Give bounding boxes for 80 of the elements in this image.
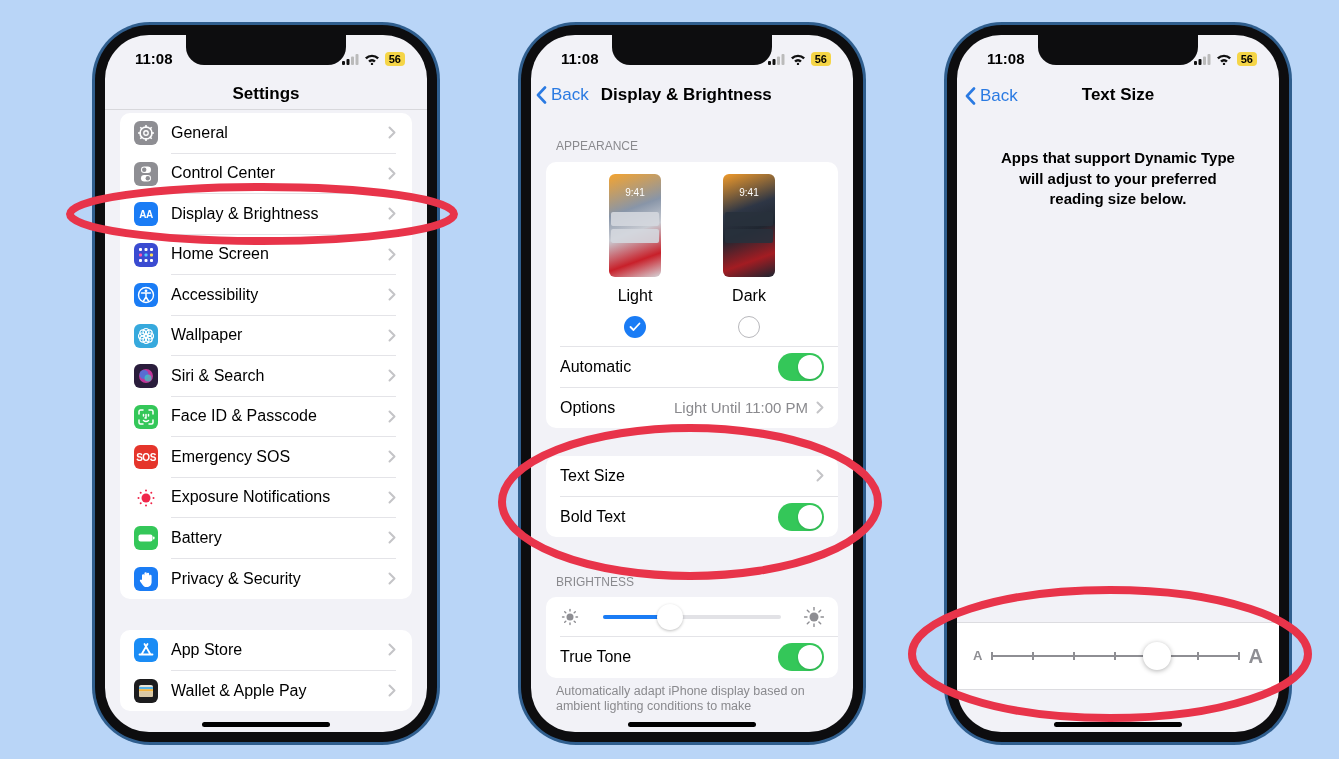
settings-row[interactable]: Home Screen bbox=[120, 234, 412, 275]
wifi-icon bbox=[789, 53, 806, 65]
toggle-switch[interactable] bbox=[778, 502, 824, 531]
option-value: Light Until 11:00 PM bbox=[674, 397, 808, 418]
screen-title: Text Size bbox=[1081, 83, 1155, 106]
preview-time: 9:41 bbox=[625, 186, 645, 197]
notification-card bbox=[725, 229, 773, 243]
chevron-icon bbox=[388, 572, 396, 586]
back-chevron-icon bbox=[536, 85, 547, 104]
status-time: 11:08 bbox=[561, 48, 599, 69]
settings-row[interactable]: Options Light Until 11:00 PM bbox=[560, 387, 838, 428]
settings-row[interactable]: Automatic bbox=[560, 347, 838, 388]
screen-title: Display & Brightness bbox=[600, 83, 772, 106]
back-link[interactable]: Back bbox=[965, 83, 1018, 109]
settings-row[interactable]: Face ID & Passcode bbox=[120, 396, 412, 437]
checkmark-icon bbox=[629, 322, 641, 332]
sos-icon: SOS bbox=[134, 445, 158, 470]
toggle-switch[interactable] bbox=[778, 643, 824, 672]
settings-row[interactable]: Bold Text bbox=[560, 496, 838, 537]
settings-row[interactable]: Exposure Notifications bbox=[120, 477, 412, 518]
settings-row[interactable]: Siri & Search bbox=[120, 356, 412, 397]
settings-row[interactable]: Wallpaper bbox=[120, 315, 412, 356]
chevron-icon bbox=[816, 469, 824, 483]
chevron-icon bbox=[388, 166, 396, 180]
back-chevron-icon bbox=[965, 86, 976, 105]
settings-row[interactable]: App Store bbox=[120, 630, 412, 671]
notification-card bbox=[611, 212, 659, 226]
screen-title: Settings bbox=[232, 83, 300, 106]
battery-indicator: 56 bbox=[810, 52, 831, 66]
settings-row[interactable]: Text Size bbox=[560, 456, 838, 497]
settings-row[interactable]: True Tone bbox=[560, 637, 838, 678]
wifi-icon bbox=[1215, 53, 1232, 65]
chevron-icon bbox=[816, 401, 824, 415]
wifi-icon bbox=[363, 53, 380, 65]
chevron-icon bbox=[388, 409, 396, 423]
settings-row[interactable]: Wallet & Apple Pay bbox=[120, 670, 412, 711]
chevron-icon bbox=[388, 643, 396, 657]
settings-row[interactable]: Privacy & Security bbox=[120, 558, 412, 599]
settings-row[interactable]: SOS Emergency SOS bbox=[120, 437, 412, 478]
signal-icon bbox=[1193, 53, 1211, 65]
brightness-icon bbox=[560, 606, 580, 627]
mode-label: Light bbox=[617, 286, 653, 306]
settings-row[interactable]: General bbox=[120, 113, 412, 154]
mode-label: Dark bbox=[732, 286, 766, 306]
status-time: 11:08 bbox=[987, 48, 1025, 69]
signal-icon bbox=[341, 53, 359, 65]
section-header: BRIGHTNESS bbox=[555, 574, 635, 591]
settings-row[interactable]: Battery bbox=[120, 518, 412, 559]
chevron-icon bbox=[388, 126, 396, 140]
lock-screen-preview[interactable]: 9:41 bbox=[723, 174, 775, 277]
settings-row[interactable]: Control Center bbox=[120, 153, 412, 194]
battery-indicator: 56 bbox=[384, 52, 405, 66]
notification-card bbox=[725, 212, 773, 226]
toggle-switch[interactable] bbox=[778, 352, 824, 381]
preview-time: 9:41 bbox=[739, 186, 759, 197]
chevron-icon bbox=[388, 288, 396, 302]
settings-row[interactable]: AA Display & Brightness bbox=[120, 194, 412, 235]
chevron-icon bbox=[388, 450, 396, 464]
small-a-label: A bbox=[973, 647, 983, 666]
section-header: APPEARANCE bbox=[555, 138, 640, 155]
settings-row[interactable]: Accessibility bbox=[120, 275, 412, 316]
chevron-icon bbox=[388, 328, 396, 342]
chevron-icon bbox=[388, 684, 396, 698]
large-a-label: A bbox=[1248, 644, 1263, 669]
back-link[interactable]: Back bbox=[536, 81, 589, 108]
description-text: Apps that support Dynamic Type will adjust to your preferred reading size below. bbox=[1000, 148, 1236, 209]
chevron-icon bbox=[388, 369, 396, 383]
chevron-icon bbox=[388, 531, 396, 545]
signal-icon bbox=[767, 53, 785, 65]
notification-card bbox=[611, 229, 659, 243]
text-size-slider[interactable] bbox=[990, 641, 1241, 671]
radio-button[interactable] bbox=[624, 316, 646, 338]
battery-indicator: 56 bbox=[1236, 52, 1257, 66]
footnote-text: Automatically adapt iPhone display based on ambient lighting conditions to make bbox=[555, 682, 806, 714]
status-time: 11:08 bbox=[135, 48, 173, 69]
text-size-icon: AA bbox=[134, 202, 158, 227]
chevron-icon bbox=[388, 247, 396, 261]
chevron-icon bbox=[388, 207, 396, 221]
chevron-icon bbox=[388, 490, 396, 504]
brightness-icon bbox=[804, 606, 824, 627]
